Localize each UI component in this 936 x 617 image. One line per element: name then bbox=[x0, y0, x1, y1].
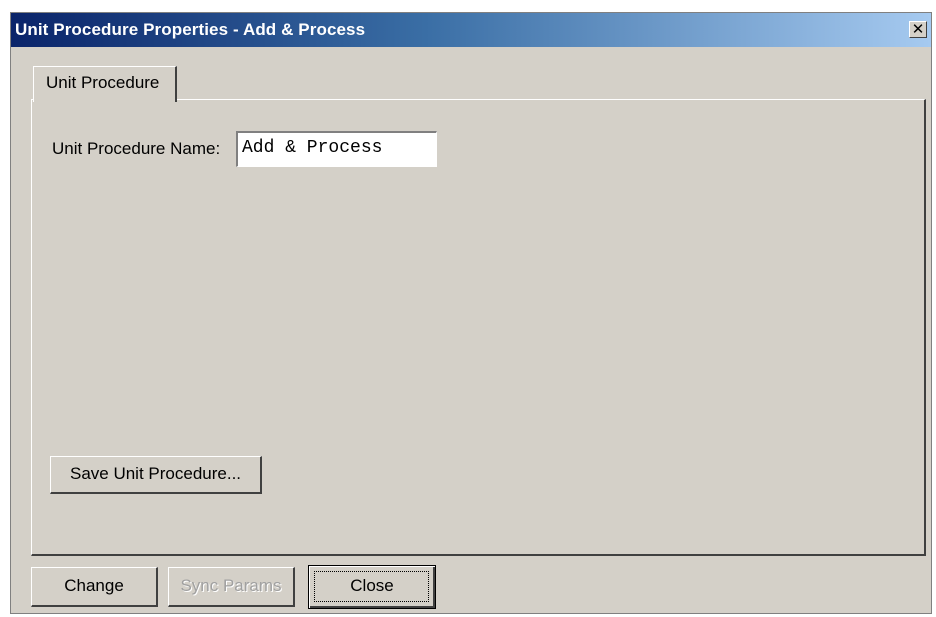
unit-procedure-properties-dialog: Unit Procedure Properties - Add & Proces… bbox=[10, 12, 932, 614]
title-bar[interactable]: Unit Procedure Properties - Add & Proces… bbox=[11, 13, 931, 47]
close-button-label: Close bbox=[350, 576, 394, 595]
sync-params-button: Sync Params bbox=[168, 567, 295, 607]
tab-label: Unit Procedure bbox=[46, 73, 160, 92]
save-unit-procedure-button[interactable]: Save Unit Procedure... bbox=[50, 456, 262, 494]
unit-procedure-name-label: Unit Procedure Name: bbox=[52, 139, 221, 158]
close-button[interactable]: Close bbox=[308, 565, 436, 609]
close-window-button[interactable]: ✕ bbox=[909, 21, 927, 38]
window-title: Unit Procedure Properties - Add & Proces… bbox=[15, 20, 366, 39]
change-button[interactable]: Change bbox=[31, 567, 158, 607]
close-icon: ✕ bbox=[911, 20, 925, 38]
unit-procedure-name-input[interactable]: Add & Process bbox=[236, 131, 437, 167]
tab-panel: Unit Procedure Name: Add & Process Save … bbox=[31, 99, 926, 556]
tab-unit-procedure[interactable]: Unit Procedure bbox=[33, 66, 177, 102]
